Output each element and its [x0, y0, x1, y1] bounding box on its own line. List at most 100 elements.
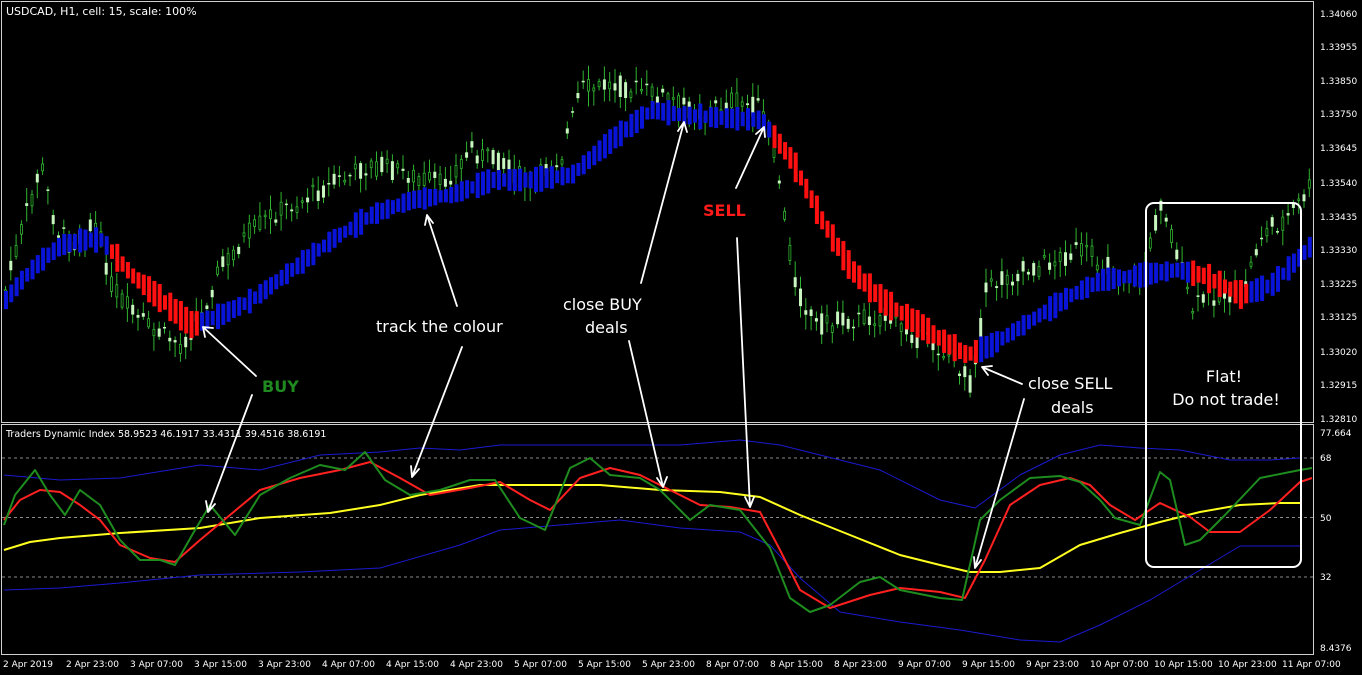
trend-marker — [1212, 273, 1217, 289]
candle-body — [873, 323, 877, 326]
trend-marker — [613, 126, 618, 149]
candle-body — [587, 79, 590, 92]
candle-body — [417, 176, 421, 186]
trend-marker — [995, 331, 1000, 353]
trend-marker — [650, 101, 655, 120]
trend-marker — [88, 232, 93, 248]
candle-body — [1026, 271, 1030, 275]
candle-body — [300, 200, 304, 203]
candle-body — [714, 100, 718, 104]
level-label: 32 — [1320, 573, 1331, 583]
trend-marker — [629, 113, 634, 138]
candle-body — [184, 336, 188, 348]
trend-marker — [735, 107, 740, 131]
buy-label: BUY — [262, 377, 299, 396]
trend-marker — [1000, 331, 1005, 346]
trend-marker — [873, 284, 878, 303]
close-buy-label-line1: close BUY — [563, 295, 642, 314]
trend-marker — [152, 280, 157, 307]
candle-body — [984, 282, 988, 293]
candle-body — [1201, 294, 1205, 303]
trend-marker — [719, 111, 724, 125]
candle-body — [783, 210, 786, 220]
trend-marker — [459, 181, 464, 202]
candle-body — [173, 340, 177, 343]
trend-marker — [751, 112, 756, 127]
candle-body — [777, 180, 781, 184]
trend-marker — [973, 339, 978, 363]
candle-body — [1164, 217, 1168, 222]
trend-marker — [793, 152, 798, 183]
candle-body — [141, 313, 145, 317]
trend-marker — [57, 238, 61, 257]
trend-marker — [1111, 268, 1116, 290]
trend-marker — [958, 342, 962, 360]
trend-marker — [210, 310, 215, 326]
candle-body — [878, 315, 882, 327]
candle-body — [1069, 253, 1073, 260]
candle-body — [311, 184, 315, 188]
candle-body — [385, 158, 389, 164]
trend-marker — [62, 233, 67, 255]
trend-marker — [438, 190, 443, 203]
candle-body — [454, 165, 458, 178]
candle-body — [1191, 311, 1195, 314]
indicator-panel-header: Traders Dynamic Index 58.9523 46.1917 33… — [5, 429, 326, 440]
candle-body — [475, 155, 479, 164]
trend-marker — [1281, 267, 1286, 280]
time-label: 9 Apr 15:00 — [962, 660, 1015, 670]
time-label: 8 Apr 15:00 — [770, 660, 823, 670]
trend-marker — [173, 299, 178, 324]
candle-body — [979, 318, 983, 337]
trend-marker — [14, 277, 19, 297]
trend-marker — [253, 291, 258, 304]
time-label: 10 Apr 07:00 — [1090, 660, 1149, 670]
price-label: 1.33750 — [1320, 110, 1357, 120]
trend-marker — [698, 103, 703, 130]
trend-marker — [1260, 275, 1265, 302]
candle-body — [735, 92, 739, 109]
trend-marker — [910, 308, 915, 332]
candle-body — [428, 171, 431, 181]
candle-body — [613, 83, 617, 91]
trend-marker — [666, 100, 671, 126]
candle-body — [1095, 264, 1099, 271]
candle-body — [126, 296, 129, 309]
trend-marker — [475, 172, 480, 199]
trend-marker — [1005, 327, 1010, 343]
trend-marker — [279, 269, 284, 286]
candle-body — [1042, 255, 1046, 258]
trend-marker — [242, 297, 247, 310]
trend-marker — [396, 198, 401, 212]
trend-marker — [963, 345, 968, 363]
trend-marker — [1127, 269, 1132, 284]
candle-body — [1186, 286, 1189, 290]
main-panel-header: USDCAD, H1, cell: 15, scale: 100% — [6, 5, 197, 18]
trend-marker — [920, 314, 925, 341]
candle-body — [931, 342, 935, 351]
candle-body — [1196, 295, 1200, 297]
trend-marker — [560, 167, 565, 186]
trend-marker — [645, 107, 650, 120]
trend-marker — [942, 329, 947, 353]
candle-body — [163, 327, 166, 329]
trend-marker — [820, 211, 825, 230]
candle-body — [814, 318, 818, 322]
candle-body — [205, 305, 209, 310]
candle-body — [1270, 217, 1274, 227]
trend-marker — [1064, 287, 1068, 310]
trend-marker — [1191, 260, 1196, 286]
trading-chart[interactable]: USDCAD, H1, cell: 15, scale: 100% Trader… — [0, 0, 1362, 675]
trend-marker — [539, 165, 544, 192]
candle-body — [1032, 263, 1036, 276]
candle-body — [1307, 179, 1311, 189]
candle-body — [947, 354, 951, 357]
candle-body — [629, 91, 633, 98]
trend-marker — [1032, 311, 1037, 326]
time-label: 4 Apr 15:00 — [386, 660, 439, 670]
trend-marker — [491, 171, 496, 189]
candle-body — [1265, 228, 1269, 237]
trend-marker — [115, 243, 120, 272]
trend-marker — [1138, 262, 1143, 288]
trend-marker — [1164, 261, 1169, 282]
